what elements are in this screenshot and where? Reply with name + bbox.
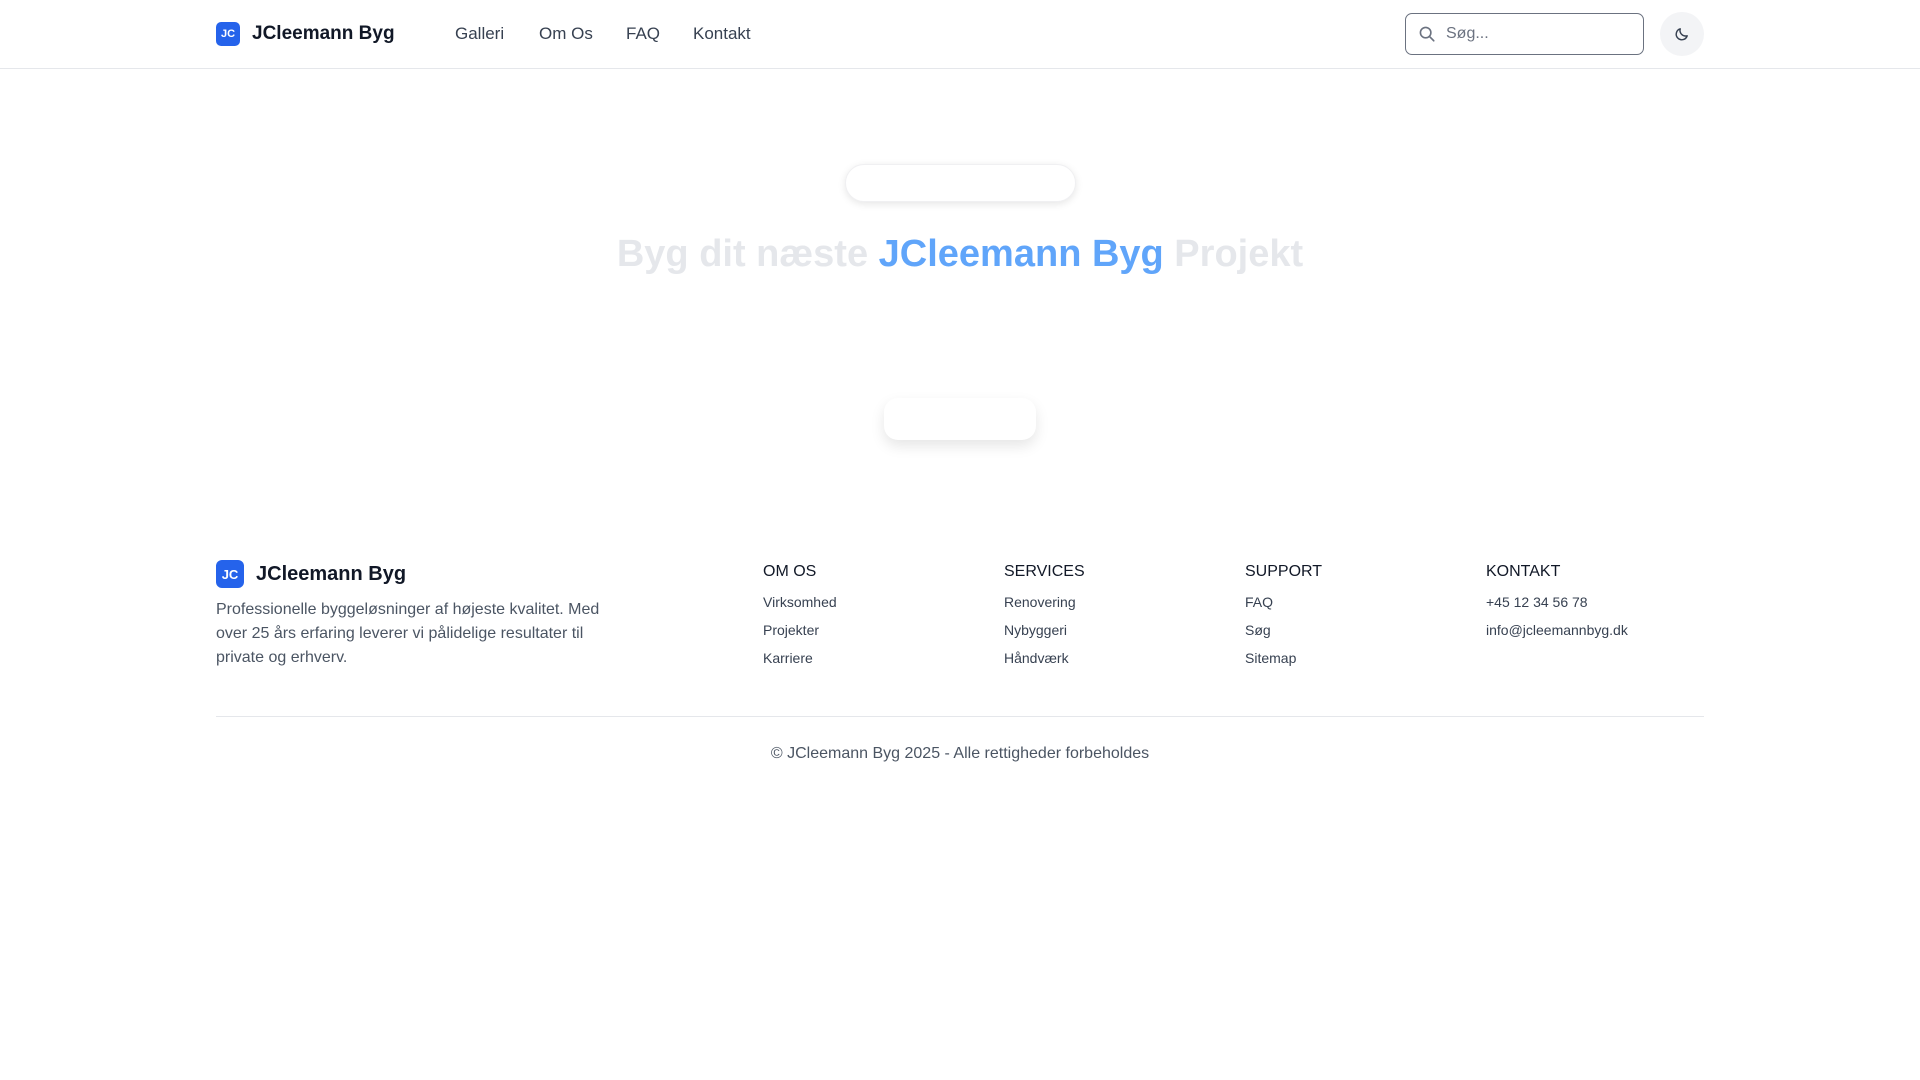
footer-col-services: SERVICES Renovering Nybyggeri Håndværk [1004, 560, 1224, 672]
moon-icon [1675, 28, 1688, 41]
footer-col-title: SUPPORT [1245, 563, 1323, 580]
hero-cta-button[interactable] [884, 398, 1036, 440]
footer-link-karriere[interactable]: Karriere [763, 644, 983, 672]
footer-col-title: KONTAKT [1486, 563, 1561, 580]
footer-brand-badge: JC [216, 560, 244, 588]
nav-link-kontakt[interactable]: Kontakt [693, 22, 751, 46]
nav-link-galleri[interactable]: Galleri [455, 22, 504, 46]
footer-link-haandvaerk[interactable]: Håndværk [1004, 644, 1224, 672]
copyright-text: © JCleemann Byg 2025 - Alle rettigheder … [770, 745, 1150, 762]
site-header: JC JCleemann Byg Galleri Om Os FAQ Konta… [0, 0, 1920, 69]
footer-description: Professionelle byggeløsninger af højeste… [216, 601, 600, 666]
footer-link-email[interactable]: info@jcleemannbyg.dk [1486, 616, 1706, 644]
search-box [1405, 13, 1644, 55]
nav-link-om-os[interactable]: Om Os [539, 22, 593, 46]
footer-col-title: SERVICES [1004, 563, 1085, 580]
brand-logo-link[interactable]: JC JCleemann Byg [216, 22, 395, 46]
footer-link-phone[interactable]: +45 12 34 56 78 [1486, 588, 1706, 616]
hero-title-before: Byg dit næste [616, 233, 879, 275]
theme-toggle-button[interactable] [1660, 12, 1704, 56]
footer-link-soeg[interactable]: Søg [1245, 616, 1465, 644]
hero-title: Byg dit næste JCleemann Byg Projekt [0, 228, 1920, 280]
footer-link-faq[interactable]: FAQ [1245, 588, 1465, 616]
footer-link-virksomhed[interactable]: Virksomhed [763, 588, 983, 616]
footer-link-sitemap[interactable]: Sitemap [1245, 644, 1465, 672]
brand-name: JCleemann Byg [252, 23, 395, 44]
footer-col-om-os: OM OS Virksomhed Projekter Karriere [763, 560, 983, 672]
footer-link-renovering[interactable]: Renovering [1004, 588, 1224, 616]
footer-col-title: OM OS [763, 563, 817, 580]
footer-link-projekter[interactable]: Projekter [763, 616, 983, 644]
footer-brand-name: JCleemann Byg [256, 562, 407, 585]
footer-divider [216, 716, 1704, 717]
nav-link-faq[interactable]: FAQ [626, 22, 660, 46]
footer-col-support: SUPPORT FAQ Søg Sitemap [1245, 560, 1465, 672]
hero-title-accent: JCleemann Byg [878, 233, 1164, 275]
footer-link-nybyggeri[interactable]: Nybyggeri [1004, 616, 1224, 644]
hero-title-after: Projekt [1163, 233, 1304, 275]
brand-badge: JC [216, 22, 240, 46]
search-input[interactable] [1446, 14, 1638, 54]
footer-brand: JC JCleemann Byg [216, 560, 406, 588]
search-icon [1419, 26, 1435, 42]
hero-badge-pill [845, 164, 1076, 202]
footer-col-kontakt: KONTAKT +45 12 34 56 78 info@jcleemannby… [1486, 560, 1706, 644]
